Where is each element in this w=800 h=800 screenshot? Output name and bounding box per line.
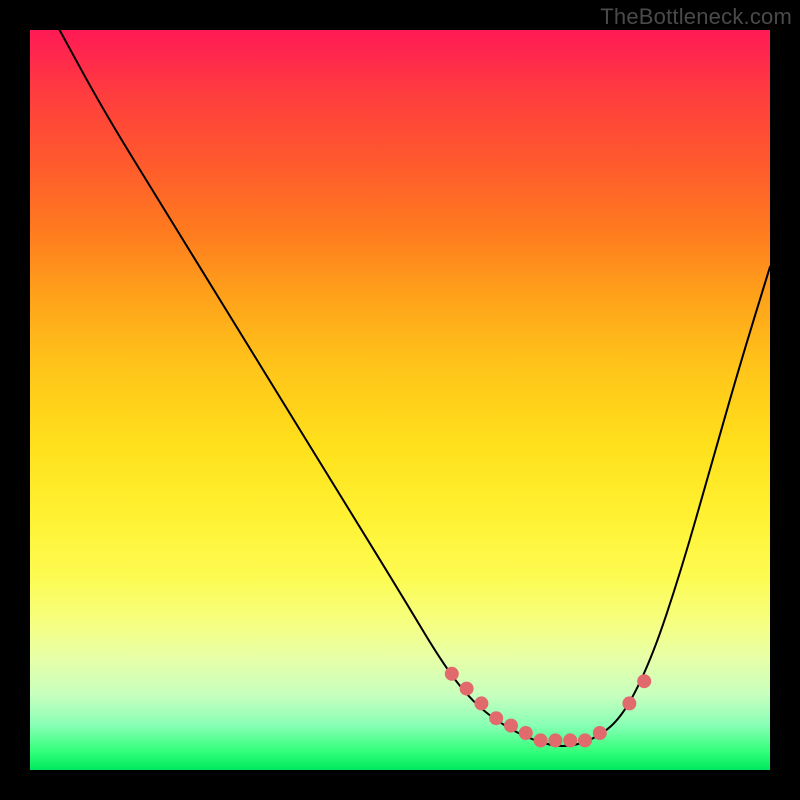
marker-dot [637, 674, 651, 688]
marker-dot [474, 696, 488, 710]
chart-svg [30, 30, 770, 770]
plot-area [30, 30, 770, 770]
marker-dot [489, 711, 503, 725]
marker-dot [445, 667, 459, 681]
marker-dot [504, 719, 518, 733]
marker-dot [548, 733, 562, 747]
marker-dot [578, 733, 592, 747]
marker-dot [622, 696, 636, 710]
bottleneck-curve [60, 30, 770, 746]
marker-dot [593, 726, 607, 740]
highlight-markers [445, 667, 651, 748]
watermark-text: TheBottleneck.com [600, 4, 792, 30]
marker-dot [534, 733, 548, 747]
marker-dot [519, 726, 533, 740]
marker-dot [460, 682, 474, 696]
chart-frame: TheBottleneck.com [0, 0, 800, 800]
marker-dot [563, 733, 577, 747]
